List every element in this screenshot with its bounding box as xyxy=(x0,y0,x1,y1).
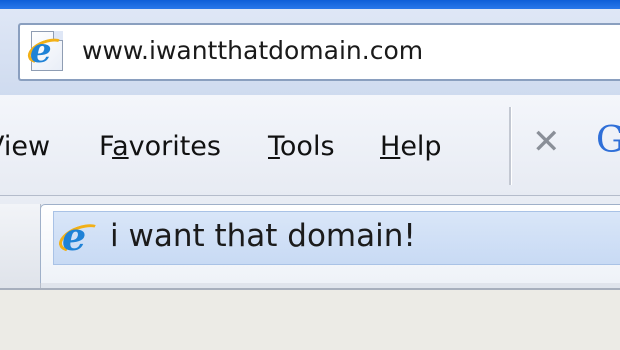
address-toolbar: e www.iwantthatdomain.com xyxy=(0,9,620,96)
search-provider-icon[interactable]: G xyxy=(596,123,620,159)
menu-item-view[interactable]: View xyxy=(0,131,50,162)
tab-active[interactable]: e i want that domain! xyxy=(40,204,620,283)
window-title-bar xyxy=(0,0,620,9)
ie-icon: e xyxy=(55,214,107,260)
tab-highlight: e i want that domain! xyxy=(53,211,620,265)
address-bar[interactable]: e www.iwantthatdomain.com xyxy=(18,23,620,81)
ie-letter: e xyxy=(62,214,87,259)
menu-item-label: Favorites xyxy=(99,131,221,162)
tab-quick-tabs-stub[interactable] xyxy=(0,204,41,288)
menu-item-tools[interactable]: Tools xyxy=(268,131,335,162)
menu-item-favorites[interactable]: Favorites xyxy=(99,131,221,162)
menu-item-help[interactable]: Help xyxy=(380,131,442,162)
ie-page-icon: e xyxy=(24,30,70,72)
ie-letter: e xyxy=(30,31,52,71)
toolbar-separator xyxy=(509,107,512,185)
tab-bar: e i want that domain! xyxy=(0,196,620,290)
menu-item-label: Help xyxy=(380,131,442,162)
content-area xyxy=(0,290,620,350)
menu-item-label: View xyxy=(0,131,51,162)
close-icon[interactable]: ✕ xyxy=(532,125,561,159)
address-url-text[interactable]: www.iwantthatdomain.com xyxy=(82,36,423,65)
menu-bar: View Favorites Tools Help ✕ G xyxy=(0,95,620,196)
tab-title: i want that domain! xyxy=(110,218,416,254)
menu-item-label: Tools xyxy=(268,131,335,162)
